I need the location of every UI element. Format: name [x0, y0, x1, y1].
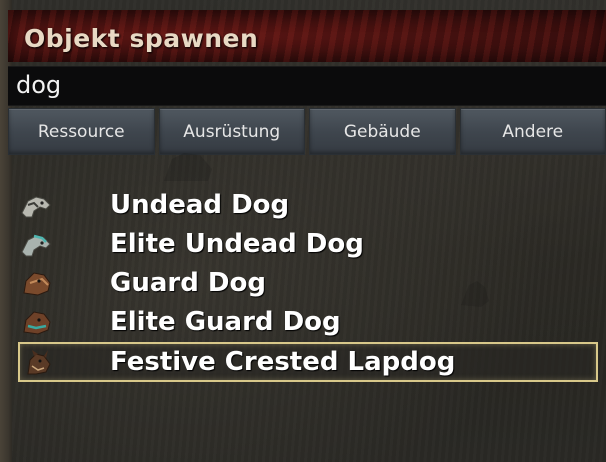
- item-label: Elite Undead Dog: [110, 228, 364, 259]
- item-label: Elite Guard Dog: [110, 306, 341, 337]
- search-input[interactable]: [16, 69, 596, 101]
- list-item-undead-dog[interactable]: Undead Dog: [18, 185, 598, 224]
- tab-gebaeude[interactable]: Gebäude: [309, 108, 456, 155]
- tab-ressource[interactable]: Ressource: [8, 108, 155, 155]
- lapdog-icon: [27, 350, 51, 375]
- title-bar: Objekt spawnen: [8, 10, 606, 62]
- list-item-elite-undead-dog[interactable]: Elite Undead Dog: [18, 224, 598, 263]
- list-item-elite-guard-dog[interactable]: Elite Guard Dog: [18, 302, 598, 341]
- item-label: Festive Crested Lapdog: [110, 347, 456, 377]
- item-label: Guard Dog: [110, 267, 266, 298]
- elite-undead-dog-icon: [21, 234, 51, 256]
- search-row: [8, 66, 606, 106]
- background-creature-icon: [164, 153, 212, 181]
- list-item-festive-crested-lapdog[interactable]: Festive Crested Lapdog: [18, 342, 598, 382]
- spawn-list: Undead Dog Elite Undead Dog Guard Dog El…: [18, 185, 598, 382]
- undead-dog-icon: [21, 195, 51, 217]
- item-label: Undead Dog: [110, 189, 290, 220]
- window-title: Objekt spawnen: [24, 24, 259, 53]
- guard-dog-icon: [23, 271, 51, 296]
- category-tabs: Ressource Ausrüstung Gebäude Andere: [8, 108, 606, 155]
- tab-andere[interactable]: Andere: [459, 108, 606, 155]
- list-item-guard-dog[interactable]: Guard Dog: [18, 263, 598, 302]
- elite-guard-dog-icon: [23, 310, 51, 335]
